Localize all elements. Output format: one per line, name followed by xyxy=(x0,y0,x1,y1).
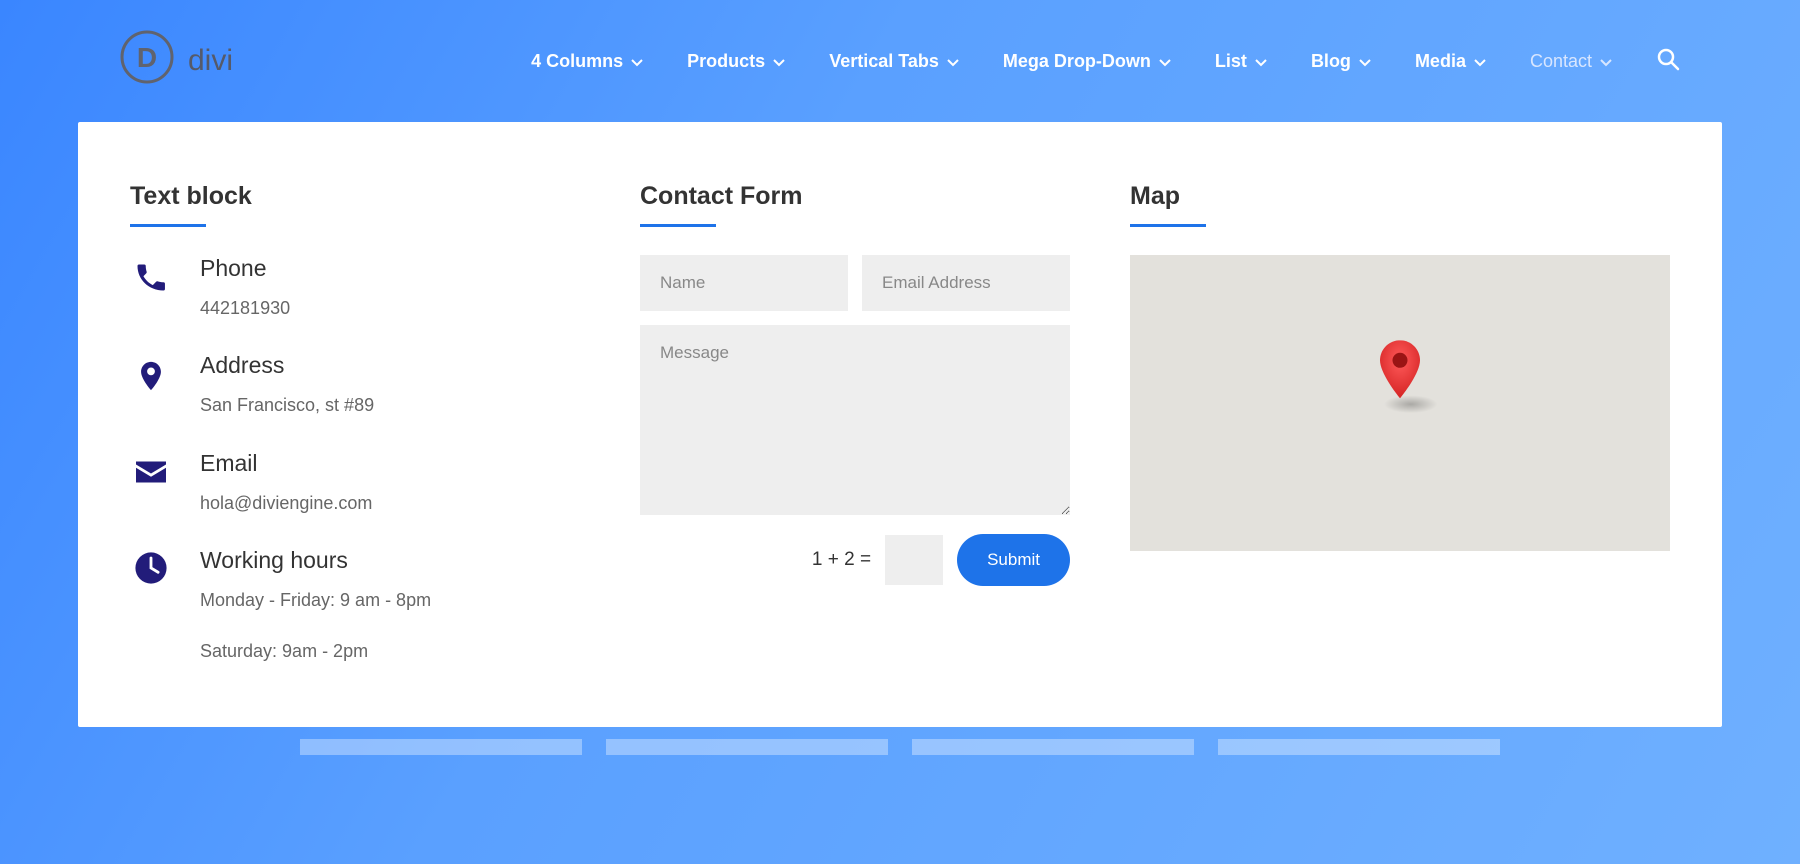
captcha-input[interactable] xyxy=(885,535,943,585)
info-item-address: Address San Francisco, st #89 xyxy=(130,352,580,421)
ghost-box xyxy=(912,739,1194,755)
nav-item-4-columns[interactable]: 4 Columns xyxy=(531,51,643,72)
info-email-title: Email xyxy=(200,450,372,477)
nav-label: Products xyxy=(687,51,765,72)
text-block-section: Text block Phone 442181930 xyxy=(130,182,580,667)
ghost-box xyxy=(1218,739,1500,755)
map[interactable] xyxy=(1130,255,1670,551)
info-hours-line1: Monday - Friday: 9 am - 8pm xyxy=(200,584,431,616)
nav-label: Blog xyxy=(1311,51,1351,72)
nav-item-vertical-tabs[interactable]: Vertical Tabs xyxy=(829,51,959,72)
nav-item-mega-drop-down[interactable]: Mega Drop-Down xyxy=(1003,51,1171,72)
map-marker-icon xyxy=(1377,340,1423,403)
chevron-down-icon xyxy=(1159,51,1171,72)
main-nav: 4 Columns Products Vertical Tabs Mega Dr… xyxy=(531,47,1680,76)
info-item-hours: Working hours Monday - Friday: 9 am - 8p… xyxy=(130,547,580,667)
info-item-email: Email hola@diviengine.com xyxy=(130,450,580,519)
chevron-down-icon xyxy=(1474,51,1486,72)
info-address-value: San Francisco, st #89 xyxy=(200,389,374,421)
map-section: Map xyxy=(1130,182,1670,667)
nav-item-media[interactable]: Media xyxy=(1415,51,1486,72)
info-hours-title: Working hours xyxy=(200,547,431,574)
logo-text: divi xyxy=(188,44,233,78)
nav-label: 4 Columns xyxy=(531,51,623,72)
search-icon xyxy=(1656,47,1680,76)
search-button[interactable] xyxy=(1656,47,1680,76)
info-email-value: hola@diviengine.com xyxy=(200,487,372,519)
info-phone-title: Phone xyxy=(200,255,290,282)
chevron-down-icon xyxy=(773,51,785,72)
nav-label: Contact xyxy=(1530,51,1592,72)
clock-icon xyxy=(130,547,172,589)
chevron-down-icon xyxy=(1255,51,1267,72)
phone-icon xyxy=(130,255,172,297)
text-block-title: Text block xyxy=(130,182,580,225)
info-address-title: Address xyxy=(200,352,374,379)
chevron-down-icon xyxy=(947,51,959,72)
captcha-row: 1 + 2 = Submit xyxy=(640,534,1070,586)
name-input[interactable] xyxy=(640,255,848,311)
submit-button[interactable]: Submit xyxy=(957,534,1070,586)
info-phone-value: 442181930 xyxy=(200,292,290,324)
logo[interactable]: D divi xyxy=(120,30,233,92)
nav-item-list[interactable]: List xyxy=(1215,51,1267,72)
map-pin-icon xyxy=(130,352,172,394)
info-hours-line2: Saturday: 9am - 2pm xyxy=(200,635,431,667)
nav-label: Mega Drop-Down xyxy=(1003,51,1151,72)
nav-label: List xyxy=(1215,51,1247,72)
form-row-name-email xyxy=(640,255,1070,311)
chevron-down-icon xyxy=(631,51,643,72)
svg-text:D: D xyxy=(137,42,157,73)
nav-label: Vertical Tabs xyxy=(829,51,939,72)
nav-item-blog[interactable]: Blog xyxy=(1311,51,1371,72)
chevron-down-icon xyxy=(1359,51,1371,72)
captcha-question: 1 + 2 = xyxy=(812,549,871,571)
content-card: Text block Phone 442181930 xyxy=(78,122,1722,727)
envelope-icon xyxy=(130,450,172,492)
nav-item-products[interactable]: Products xyxy=(687,51,785,72)
footer-ghost-row xyxy=(0,727,1800,755)
ghost-box xyxy=(606,739,888,755)
ghost-box xyxy=(300,739,582,755)
message-textarea[interactable] xyxy=(640,325,1070,515)
site-header: D divi 4 Columns Products Vertical Tabs … xyxy=(0,0,1800,122)
nav-item-contact[interactable]: Contact xyxy=(1530,51,1612,72)
info-list: Phone 442181930 Address San Francisco, s… xyxy=(130,255,580,667)
nav-label: Media xyxy=(1415,51,1466,72)
contact-form-section: Contact Form 1 + 2 = Submit xyxy=(640,182,1070,667)
logo-icon: D xyxy=(120,30,174,92)
chevron-down-icon xyxy=(1600,51,1612,72)
info-item-phone: Phone 442181930 xyxy=(130,255,580,324)
email-input[interactable] xyxy=(862,255,1070,311)
map-title: Map xyxy=(1130,182,1670,225)
contact-form-title: Contact Form xyxy=(640,182,1070,225)
